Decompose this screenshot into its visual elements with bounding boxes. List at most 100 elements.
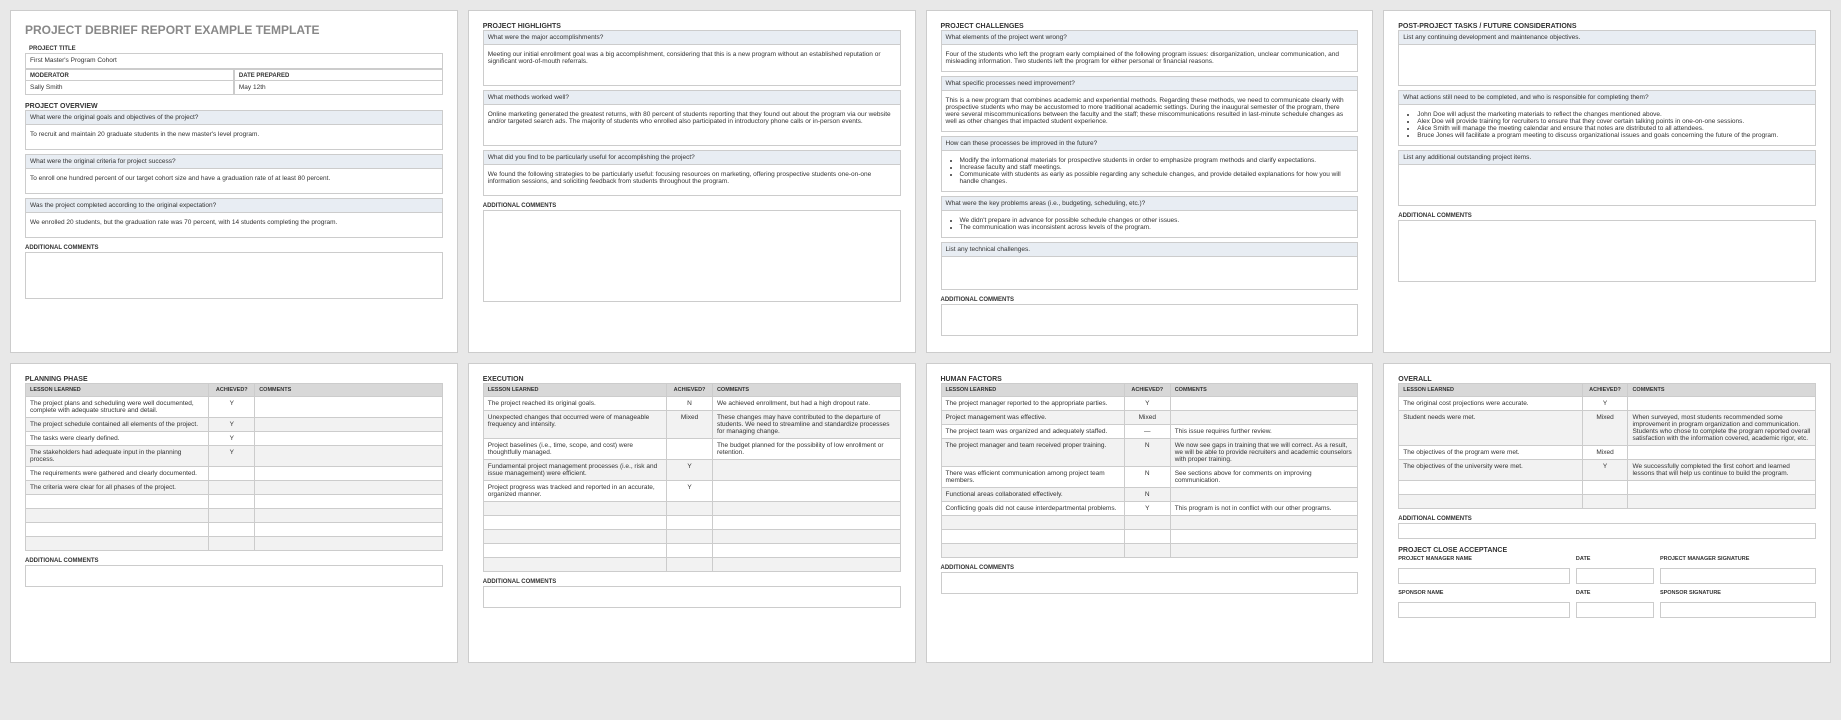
table-cell-comment[interactable] [712, 516, 900, 530]
table-cell-comment[interactable] [712, 502, 900, 516]
table-cell-achieved[interactable]: — [1124, 425, 1170, 439]
postproject-a1[interactable] [1398, 44, 1816, 86]
table-cell-comment[interactable]: This issue requires further review. [1170, 425, 1358, 439]
table-cell-comment[interactable] [1628, 481, 1816, 495]
table-cell-achieved[interactable] [1124, 516, 1170, 530]
table-cell-lesson[interactable]: The project reached its original goals. [483, 397, 666, 411]
sponsor-sig-field[interactable] [1660, 602, 1816, 618]
table-cell-lesson[interactable]: The stakeholders had adequate input in t… [26, 446, 209, 467]
table-cell-lesson[interactable] [26, 523, 209, 537]
table-cell-achieved[interactable] [1124, 544, 1170, 558]
postproject-additional-box[interactable] [1398, 220, 1816, 282]
pm-date-field[interactable] [1576, 568, 1654, 584]
table-cell-comment[interactable] [712, 544, 900, 558]
table-cell-lesson[interactable]: Conflicting goals did not cause interdep… [941, 502, 1124, 516]
highlights-a2[interactable]: Online marketing generated the greatest … [483, 104, 901, 146]
table-cell-lesson[interactable]: Project progress was tracked and reporte… [483, 481, 666, 502]
table-cell-comment[interactable]: The budget planned for the possibility o… [712, 439, 900, 460]
table-cell-comment[interactable] [255, 509, 443, 523]
table-cell-achieved[interactable]: Y [1582, 460, 1628, 481]
challenges-a1[interactable]: Four of the students who left the progra… [941, 44, 1359, 72]
table-cell-comment[interactable] [1170, 516, 1358, 530]
table-cell-achieved[interactable]: Y [667, 481, 713, 502]
table-cell-achieved[interactable]: N [1124, 488, 1170, 502]
human-factors-additional-box[interactable] [941, 572, 1359, 594]
table-cell-lesson[interactable]: There was efficient communication among … [941, 467, 1124, 488]
table-cell-comment[interactable] [1170, 411, 1358, 425]
table-cell-lesson[interactable] [483, 544, 666, 558]
table-cell-achieved[interactable] [209, 537, 255, 551]
table-cell-lesson[interactable]: Functional areas collaborated effectivel… [941, 488, 1124, 502]
table-cell-comment[interactable] [1628, 397, 1816, 411]
highlights-a3[interactable]: We found the following strategies to be … [483, 164, 901, 196]
challenges-a2[interactable]: This is a new program that combines acad… [941, 90, 1359, 132]
overview-a3[interactable]: We enrolled 20 students, but the graduat… [25, 212, 443, 238]
challenges-a5[interactable] [941, 256, 1359, 290]
table-cell-achieved[interactable]: Y [1582, 397, 1628, 411]
table-cell-lesson[interactable] [483, 558, 666, 572]
table-cell-lesson[interactable] [26, 495, 209, 509]
sponsor-name-field[interactable] [1398, 602, 1570, 618]
table-cell-comment[interactable] [712, 460, 900, 481]
highlights-additional-box[interactable] [483, 210, 901, 302]
table-cell-lesson[interactable]: The objectives of the university were me… [1399, 460, 1582, 481]
table-cell-comment[interactable]: We now see gaps in training that we will… [1170, 439, 1358, 467]
table-cell-comment[interactable] [255, 418, 443, 432]
table-cell-lesson[interactable]: The project team was organized and adequ… [941, 425, 1124, 439]
table-cell-comment[interactable] [712, 481, 900, 502]
table-cell-lesson[interactable] [26, 537, 209, 551]
table-cell-lesson[interactable] [26, 509, 209, 523]
table-cell-comment[interactable]: We successfully completed the first coho… [1628, 460, 1816, 481]
table-cell-lesson[interactable] [941, 516, 1124, 530]
table-cell-achieved[interactable] [667, 516, 713, 530]
table-cell-lesson[interactable]: Student needs were met. [1399, 411, 1582, 446]
table-cell-comment[interactable] [255, 495, 443, 509]
pm-name-field[interactable] [1398, 568, 1570, 584]
overview-additional-box[interactable] [25, 252, 443, 299]
table-cell-achieved[interactable]: N [1124, 467, 1170, 488]
table-cell-comment[interactable]: When surveyed, most students recommended… [1628, 411, 1816, 446]
table-cell-lesson[interactable]: Project baselines (i.e., time, scope, an… [483, 439, 666, 460]
table-cell-achieved[interactable]: Y [209, 397, 255, 418]
table-cell-lesson[interactable] [941, 544, 1124, 558]
table-cell-achieved[interactable]: Y [1124, 502, 1170, 516]
date-prepared-field[interactable]: May 12th [235, 80, 442, 94]
table-cell-lesson[interactable]: Project management was effective. [941, 411, 1124, 425]
table-cell-lesson[interactable]: Unexpected changes that occurred were of… [483, 411, 666, 439]
table-cell-achieved[interactable] [209, 467, 255, 481]
table-cell-achieved[interactable] [209, 523, 255, 537]
table-cell-lesson[interactable] [1399, 481, 1582, 495]
challenges-a3[interactable]: Modify the informational materials for p… [941, 150, 1359, 192]
table-cell-comment[interactable] [1170, 530, 1358, 544]
table-cell-comment[interactable] [255, 397, 443, 418]
table-cell-lesson[interactable]: The project manager reported to the appr… [941, 397, 1124, 411]
table-cell-lesson[interactable] [483, 530, 666, 544]
table-cell-comment[interactable]: This program is not in conflict with our… [1170, 502, 1358, 516]
table-cell-lesson[interactable]: The project schedule contained all eleme… [26, 418, 209, 432]
project-title-field[interactable]: First Master's Program Cohort [25, 53, 443, 69]
table-cell-lesson[interactable] [1399, 495, 1582, 509]
table-cell-achieved[interactable] [667, 558, 713, 572]
table-cell-achieved[interactable] [667, 502, 713, 516]
highlights-a1[interactable]: Meeting our initial enrollment goal was … [483, 44, 901, 86]
table-cell-comment[interactable] [255, 523, 443, 537]
table-cell-achieved[interactable]: Mixed [1124, 411, 1170, 425]
challenges-a4[interactable]: We didn't prepare in advance for possibl… [941, 210, 1359, 238]
table-cell-lesson[interactable] [483, 516, 666, 530]
postproject-a2[interactable]: John Doe will adjust the marketing mater… [1398, 104, 1816, 146]
table-cell-comment[interactable] [1170, 488, 1358, 502]
table-cell-achieved[interactable] [667, 439, 713, 460]
table-cell-comment[interactable] [255, 467, 443, 481]
table-cell-lesson[interactable]: The project manager and team received pr… [941, 439, 1124, 467]
table-cell-comment[interactable] [712, 558, 900, 572]
table-cell-achieved[interactable] [209, 509, 255, 523]
overview-a1[interactable]: To recruit and maintain 20 graduate stud… [25, 124, 443, 150]
sponsor-date-field[interactable] [1576, 602, 1654, 618]
table-cell-lesson[interactable]: The objectives of the program were met. [1399, 446, 1582, 460]
table-cell-lesson[interactable]: The criteria were clear for all phases o… [26, 481, 209, 495]
table-cell-comment[interactable] [1628, 446, 1816, 460]
table-cell-lesson[interactable]: The tasks were clearly defined. [26, 432, 209, 446]
execution-additional-box[interactable] [483, 586, 901, 608]
table-cell-achieved[interactable]: Y [1124, 397, 1170, 411]
table-cell-comment[interactable] [712, 530, 900, 544]
